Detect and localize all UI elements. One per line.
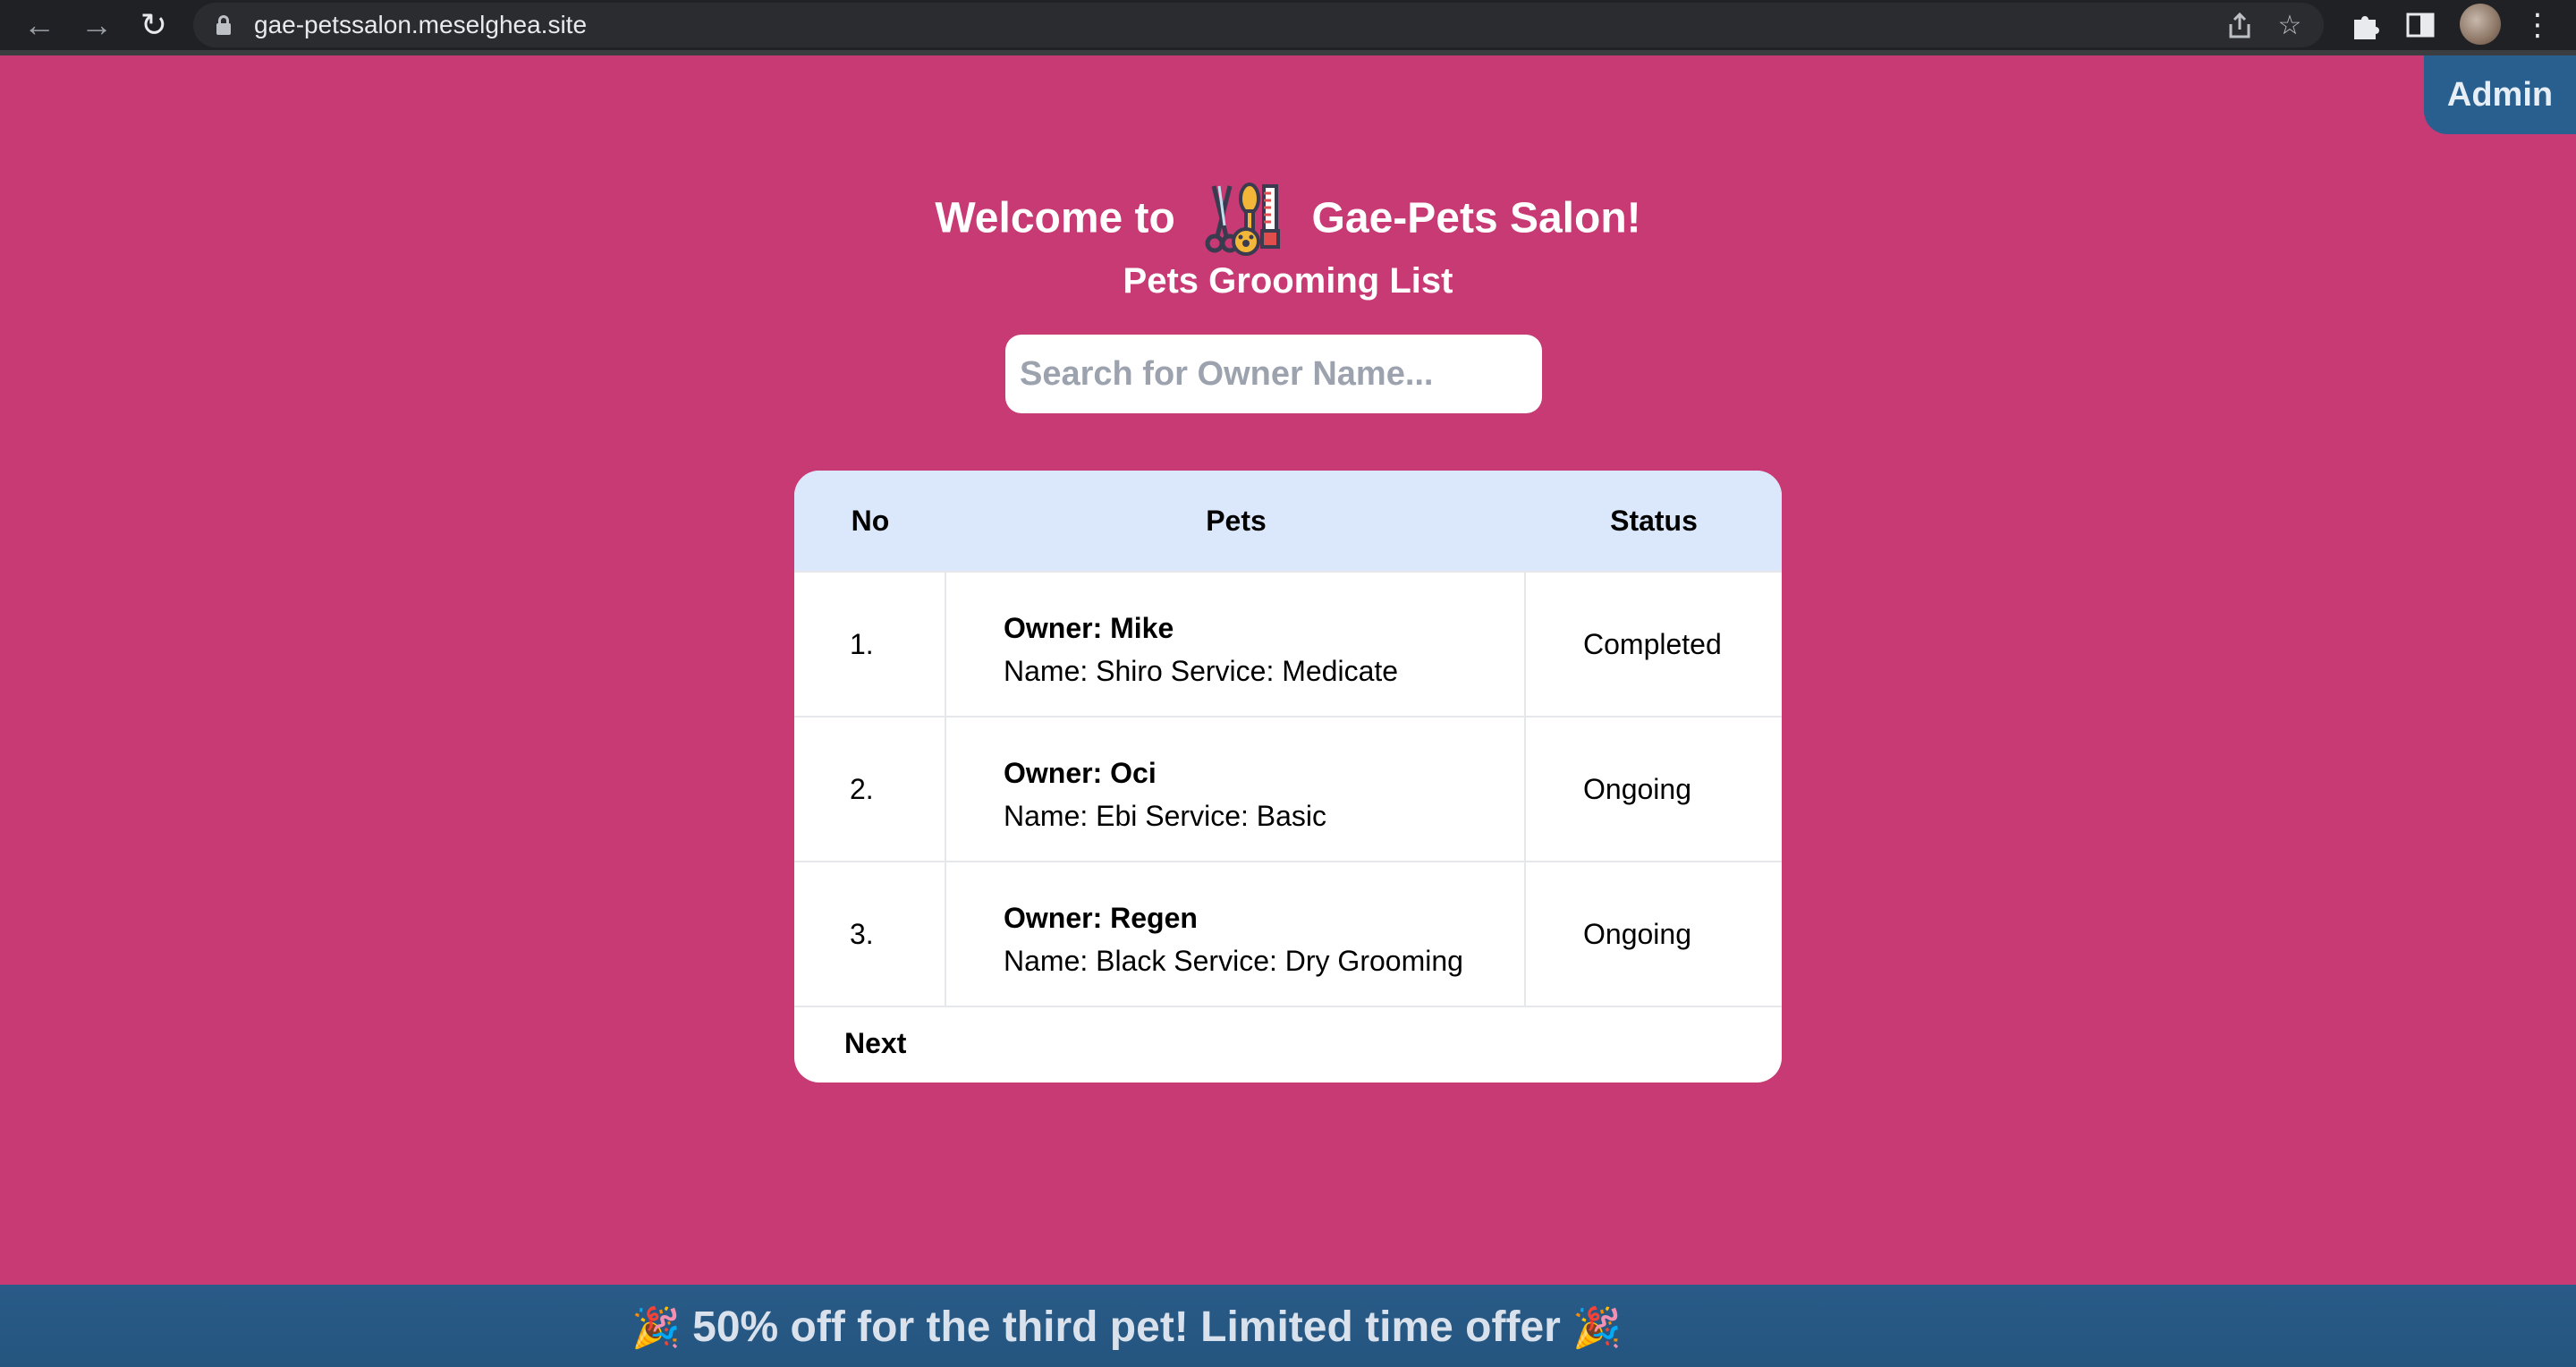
page-subtitle: Pets Grooming List <box>1123 261 1453 301</box>
browser-toolbar: ← → ↻ gae-petssalon.meselghea.site ☆ ⋮ <box>0 0 2576 50</box>
owner-name: Owner: Oci <box>1004 757 1157 789</box>
status-cell: Ongoing <box>1583 773 1691 805</box>
address-bar[interactable]: gae-petssalon.meselghea.site ☆ <box>193 3 2324 47</box>
promo-text-line: 🎉 50% off for the third pet! Limited tim… <box>631 1303 1622 1354</box>
back-arrow-icon[interactable]: ← <box>21 7 57 43</box>
owner-search-input[interactable] <box>1005 335 1542 413</box>
profile-avatar[interactable] <box>2460 4 2501 45</box>
toolbar-divider <box>0 50 2576 55</box>
column-header-pets: Pets <box>1206 505 1267 537</box>
grooming-tools-icon <box>1203 181 1284 257</box>
next-page-button[interactable]: Next <box>844 1027 906 1060</box>
reload-icon[interactable]: ↻ <box>136 7 172 43</box>
pet-detail: Name: Shiro Service: Medicate <box>1004 655 1399 687</box>
browser-menu-icon[interactable]: ⋮ <box>2522 5 2553 45</box>
row-number: 2. <box>794 717 946 861</box>
row-number: 3. <box>794 862 946 1006</box>
promo-banner: 🎉 50% off for the third pet! Limited tim… <box>0 1285 2576 1367</box>
welcome-heading: Welcome to Gae-Pets Salon! <box>0 179 2576 257</box>
table-header: No Pets Status <box>794 471 1782 571</box>
side-panel-icon[interactable] <box>2402 7 2438 43</box>
welcome-prefix: Welcome to <box>935 194 1175 242</box>
forward-arrow-icon[interactable]: → <box>79 7 114 43</box>
status-cell: Completed <box>1583 628 1722 660</box>
party-popper-icon: 🎉 <box>631 1306 681 1350</box>
pet-detail: Name: Black Service: Dry Grooming <box>1004 945 1463 977</box>
pet-cell: Owner: Regen Name: Black Service: Dry Gr… <box>946 862 1526 1006</box>
status-cell: Ongoing <box>1583 918 1691 950</box>
table-row: 3. Owner: Regen Name: Black Service: Dry… <box>794 861 1782 1006</box>
extensions-puzzle-icon[interactable] <box>2347 7 2383 43</box>
owner-name: Owner: Regen <box>1004 902 1198 934</box>
party-popper-icon: 🎉 <box>1572 1306 1622 1350</box>
pagination-row: Next <box>794 1006 1782 1083</box>
table-row: 2. Owner: Oci Name: Ebi Service: Basic O… <box>794 716 1782 861</box>
url-text[interactable]: gae-petssalon.meselghea.site <box>254 12 587 38</box>
salon-name: Gae-Pets Salon! <box>1311 194 1641 242</box>
share-icon[interactable] <box>2224 10 2256 42</box>
pet-cell: Owner: Mike Name: Shiro Service: Medicat… <box>946 573 1526 716</box>
promo-message: 50% off for the third pet! Limited time … <box>692 1303 1561 1351</box>
table-row: 1. Owner: Mike Name: Shiro Service: Medi… <box>794 571 1782 716</box>
bookmark-star-icon[interactable]: ☆ <box>2274 10 2306 42</box>
grooming-table: No Pets Status 1. Owner: Mike Name: Shir… <box>794 471 1782 1083</box>
column-header-no: No <box>851 505 890 537</box>
pet-cell: Owner: Oci Name: Ebi Service: Basic <box>946 717 1526 861</box>
column-header-status: Status <box>1610 505 1698 537</box>
row-number: 1. <box>794 573 946 716</box>
pet-detail: Name: Ebi Service: Basic <box>1004 800 1327 832</box>
owner-name: Owner: Mike <box>1004 612 1174 644</box>
lock-icon <box>216 15 231 35</box>
admin-button[interactable]: Admin <box>2424 55 2576 134</box>
